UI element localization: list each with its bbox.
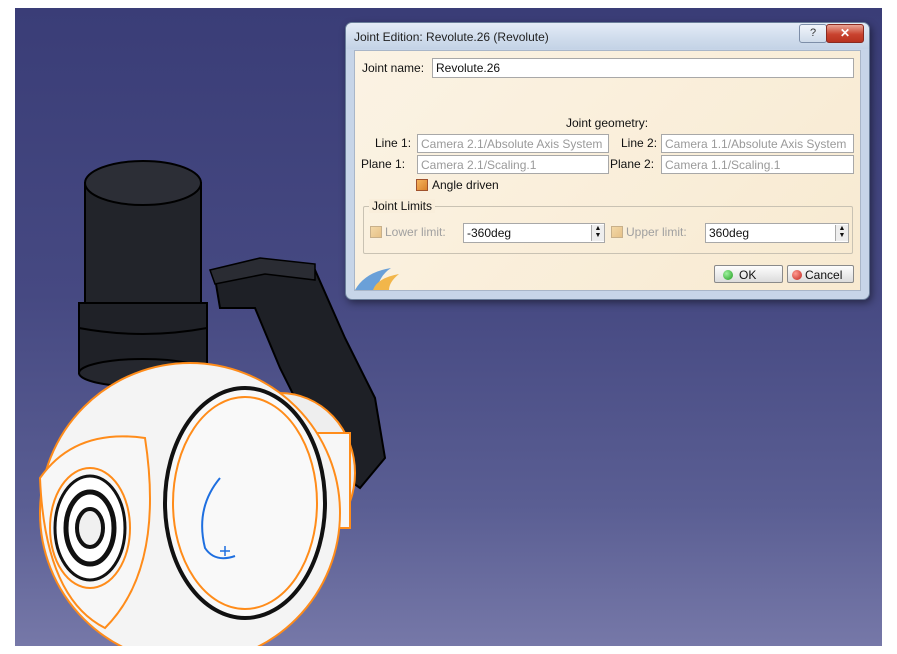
ok-button-label: OK: [739, 268, 757, 282]
plane1-label: Plane 1:: [361, 157, 406, 171]
line1-label: Line 1:: [375, 136, 412, 150]
spin-down-icon[interactable]: ▼: [836, 232, 848, 239]
angle-driven-checkbox[interactable]: [416, 179, 428, 191]
cancel-icon: [792, 270, 802, 280]
angle-driven-label: Angle driven: [432, 178, 499, 192]
cancel-button[interactable]: Cancel: [787, 265, 854, 283]
lower-limit-label: Lower limit:: [385, 225, 446, 239]
upper-limit-label: Upper limit:: [626, 225, 687, 239]
joint-edition-dialog[interactable]: Joint Edition: Revolute.26 (Revolute) ? …: [345, 22, 870, 300]
ok-button[interactable]: OK: [714, 265, 783, 283]
joint-name-input[interactable]: Revolute.26: [432, 58, 854, 78]
line2-label: Line 2:: [621, 136, 658, 150]
spin-down-icon[interactable]: ▼: [592, 232, 604, 239]
dialog-title: Joint Edition: Revolute.26 (Revolute): [354, 30, 549, 44]
help-button[interactable]: ?: [799, 24, 827, 43]
ok-icon: [723, 270, 733, 280]
lower-limit-checkbox[interactable]: [370, 226, 382, 238]
joint-limits-header: Joint Limits: [369, 199, 436, 213]
cancel-button-label: Cancel: [805, 268, 843, 282]
joint-geometry-header: Joint geometry:: [566, 116, 649, 130]
upper-limit-spinner[interactable]: ▲ ▼: [835, 225, 848, 241]
spin-up-icon[interactable]: ▲: [592, 225, 604, 232]
line1-field[interactable]: Camera 2.1/Absolute Axis System: [417, 134, 609, 153]
plane2-field[interactable]: Camera 1.1/Scaling.1: [661, 155, 854, 174]
dialog-titlebar[interactable]: Joint Edition: Revolute.26 (Revolute) ? …: [346, 23, 869, 49]
joint-name-label: Joint name:: [362, 61, 425, 75]
plane1-field[interactable]: Camera 2.1/Scaling.1: [417, 155, 609, 174]
plane2-label: Plane 2:: [610, 157, 655, 171]
lower-limit-input[interactable]: -360deg: [463, 223, 605, 243]
upper-limit-input[interactable]: 360deg: [705, 223, 849, 243]
upper-limit-checkbox[interactable]: [611, 226, 623, 238]
dialog-body: Joint name: Revolute.26 Joint geometry: …: [354, 50, 861, 291]
close-button[interactable]: ✕: [826, 24, 864, 43]
catia-logo-icon: [355, 268, 399, 290]
line2-field[interactable]: Camera 1.1/Absolute Axis System: [661, 134, 854, 153]
spin-up-icon[interactable]: ▲: [836, 225, 848, 232]
lower-limit-spinner[interactable]: ▲ ▼: [591, 225, 604, 241]
